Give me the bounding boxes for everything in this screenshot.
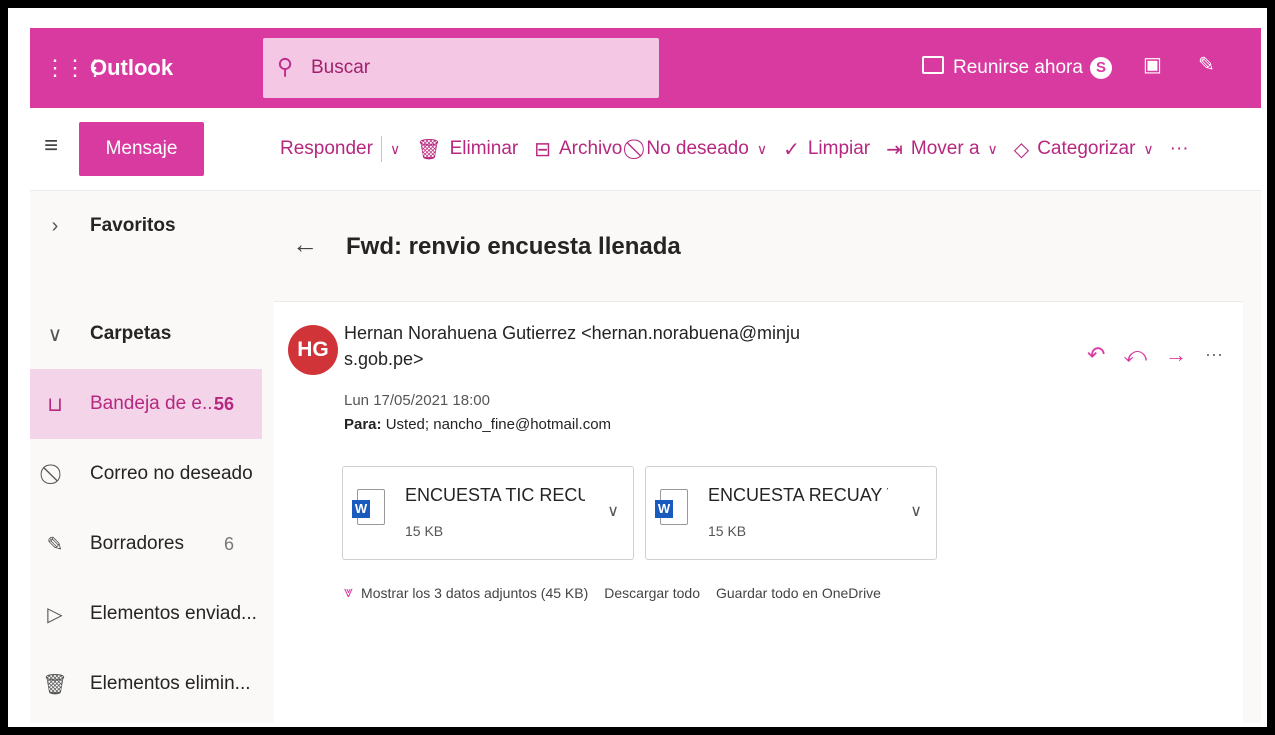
search-box[interactable]: ⚲ Buscar [263, 38, 659, 98]
categorize-button[interactable]: ◇ Categorizar ∨ [1014, 137, 1154, 162]
move-to-button[interactable]: ⇥ Mover a ∨ [886, 137, 998, 162]
folder-pane: › Favoritos ∨ Carpetas ⊔ Bandeja de e...… [30, 191, 262, 723]
reading-pane: ← Fwd: renvio encuesta llenada HG Hernan… [274, 191, 1243, 723]
folder-label: Elementos enviad... [90, 603, 257, 624]
message-date: Lun 17/05/2021 18:00 [344, 392, 490, 409]
chevron-down-icon[interactable]: ∨ [607, 501, 619, 521]
reply-options-button[interactable]: ∨ [390, 141, 400, 158]
sweep-icon: ✓ [783, 138, 800, 161]
folder-label: Correo no deseado [90, 463, 253, 484]
message-card: HG Hernan Norahuena Gutierrez <hernan.no… [274, 301, 1243, 723]
skype-icon[interactable]: S [1090, 57, 1112, 79]
trash-icon: 🗑 [42, 673, 68, 696]
sweep-button[interactable]: ✓ Limpiar [783, 137, 870, 162]
folders-label: Carpetas [90, 323, 172, 344]
more-icon[interactable]: ··· [1205, 344, 1223, 368]
chevron-down-icon: ∨ [756, 140, 768, 157]
recipients: Para: Usted; nancho_fine@hotmail.com [344, 416, 611, 433]
to-label: Para: [344, 416, 382, 433]
folder-drafts[interactable]: ✎ Borradores 6 [30, 509, 262, 579]
avatar[interactable]: HG [288, 325, 338, 375]
move-label: Mover a [910, 138, 980, 159]
reply-all-icon[interactable]: ⤺ [1123, 342, 1147, 368]
favorites-header[interactable]: › Favoritos [30, 191, 262, 261]
attachment-card[interactable]: W ENCUESTA TIC RECUAY.d... 15 KB ∨ [342, 466, 634, 560]
attachment-size: 15 KB [708, 523, 747, 539]
attachment-footer: ⩔ Mostrar los 3 datos adjuntos (45 KB) D… [344, 584, 881, 602]
more-icon: ··· [1169, 138, 1189, 159]
search-placeholder[interactable]: Buscar [311, 38, 370, 98]
app-brand[interactable]: Outlook [90, 28, 173, 108]
archive-icon: ⊟ [534, 138, 551, 161]
message-subject: Fwd: renvio encuesta llenada [346, 233, 681, 260]
chevron-down-icon: ∨ [1143, 140, 1154, 157]
draft-count: 6 [223, 533, 234, 554]
feedback-icon[interactable]: ✎ [1198, 52, 1215, 77]
word-doc-icon: W [655, 489, 688, 525]
chevron-down-icon: ∨ [47, 323, 63, 346]
divider [380, 136, 382, 162]
folder-label: Borradores [90, 533, 184, 554]
delete-button[interactable]: 🗑 Eliminar [416, 137, 518, 162]
attachment-size: 15 KB [405, 523, 444, 539]
chevron-down-icon: ∨ [987, 140, 998, 157]
delete-label: Eliminar [449, 138, 519, 159]
screenshot-frame: ⋮⋮⋮ Outlook ⚲ Buscar Reunirse ahora S ▣ … [8, 8, 1267, 727]
save-onedrive-link[interactable]: Guardar todo en OneDrive [716, 585, 881, 601]
outlook-app: ⋮⋮⋮ Outlook ⚲ Buscar Reunirse ahora S ▣ … [30, 28, 1261, 723]
chevron-down-icon: ∨ [389, 140, 401, 157]
chevron-down-icon[interactable]: ∨ [910, 501, 922, 521]
favorites-label: Favoritos [90, 215, 176, 236]
meet-now-button[interactable]: Reunirse ahora [953, 28, 1083, 108]
show-all-attachments-link[interactable]: Mostrar los 3 datos adjuntos (45 KB) [361, 585, 588, 601]
chevron-right-icon: › [51, 214, 59, 237]
folder-inbox[interactable]: ⊔ Bandeja de e... 56 [30, 369, 262, 439]
categorize-label: Categorizar [1037, 138, 1136, 159]
attachment-card[interactable]: W ENCUESTA RECUAY VIVI... 15 KB ∨ [645, 466, 937, 560]
folder-junk[interactable]: ⃠ Correo no deseado [30, 439, 262, 509]
back-arrow-icon[interactable]: ← [292, 229, 318, 260]
unread-count: 56 [213, 393, 234, 414]
move-icon: ⇥ [886, 138, 903, 161]
video-camera-icon[interactable] [922, 56, 944, 74]
new-message-button[interactable]: Mensaje nuevo [79, 122, 204, 213]
junk-icon: ⃠ [40, 463, 70, 486]
folder-label: Bandeja de e... [90, 393, 218, 414]
tag-icon: ◇ [1013, 138, 1030, 161]
app-launcher-icon[interactable]: ⋮⋮⋮ [44, 48, 106, 88]
junk-label: No deseado [646, 138, 749, 159]
send-icon: ▷ [47, 603, 63, 626]
folders-header[interactable]: ∨ Carpetas [30, 299, 262, 369]
folder-sent[interactable]: ▷ Elementos enviad... [30, 579, 262, 649]
word-doc-icon: W [352, 489, 385, 525]
more-actions-button[interactable]: ··· [1170, 138, 1189, 160]
folder-deleted[interactable]: 🗑 Elementos elimin... [30, 649, 262, 719]
attachment-name: ENCUESTA TIC RECUAY.d... [405, 485, 585, 505]
inbox-icon: ⊔ [47, 393, 63, 416]
sweep-label: Limpiar [807, 138, 871, 159]
archive-button[interactable]: ⊟ Archivo [534, 137, 622, 162]
trash-icon: 🗑 [416, 138, 442, 161]
forward-icon[interactable]: → [1165, 342, 1187, 368]
double-chevron-down-icon: ⩔ [344, 584, 354, 601]
pencil-icon: ✎ [46, 533, 64, 556]
to-value[interactable]: Usted; nancho_fine@hotmail.com [386, 416, 611, 433]
attachment-name: ENCUESTA RECUAY VIVI... [708, 485, 888, 505]
archive-label: Archivo [558, 138, 623, 159]
command-list: Responder ∨ 🗑 Eliminar ⊟ Archivo ⃠ No de… [280, 108, 1205, 190]
junk-button[interactable]: ⃠ No deseado ∨ [638, 138, 767, 161]
top-bar: ⋮⋮⋮ Outlook ⚲ Buscar Reunirse ahora S ▣ … [30, 28, 1261, 108]
onenote-icon[interactable]: ▣ [1143, 52, 1162, 77]
reply-label: Responder [280, 138, 373, 159]
download-all-link[interactable]: Descargar todo [604, 585, 700, 601]
folder-label: Elementos elimin... [90, 673, 251, 694]
command-bar: ≡ Mensaje nuevo Responder ∨ 🗑 Eliminar ⊟… [30, 108, 1261, 213]
search-icon: ⚲ [277, 54, 294, 79]
message-actions: ↶ ⤺ → ··· [1087, 342, 1223, 368]
reply-icon[interactable]: ↶ [1087, 342, 1105, 368]
sender-name[interactable]: Hernan Norahuena Gutierrez <hernan.norab… [344, 320, 814, 372]
reply-button[interactable]: Responder [280, 138, 373, 160]
hamburger-icon[interactable]: ≡ [44, 132, 58, 160]
